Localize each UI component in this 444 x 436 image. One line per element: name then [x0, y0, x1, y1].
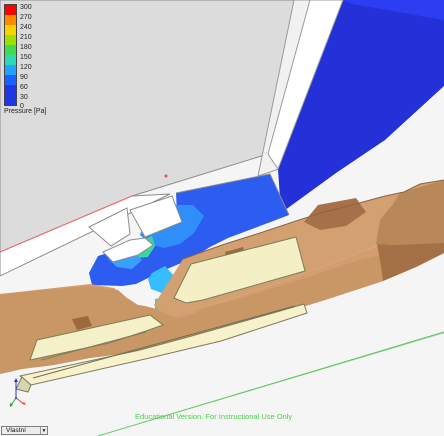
legend-tick-60: 60: [20, 84, 28, 91]
pressure-legend: 300 270 240 210 180 150 120 90 60 30 0 P…: [2, 2, 72, 120]
educational-watermark: Educational Version. For Instructional U…: [135, 412, 293, 421]
legend-tick-90: 90: [20, 74, 28, 81]
legend-tick-30: 30: [20, 94, 28, 101]
legend-tick-270: 270: [20, 14, 32, 21]
legend-tick-210: 210: [20, 34, 32, 41]
probe-marker: [164, 174, 168, 178]
legend-tick-240: 240: [20, 24, 32, 31]
legend-color-bar: [4, 4, 17, 106]
legend-tick-300: 300: [20, 4, 32, 11]
view-preset-value: Vlastní: [6, 426, 26, 434]
simulation-viewport[interactable]: 300 270 240 210 180 150 120 90 60 30 0 P…: [0, 0, 444, 436]
legend-tick-180: 180: [20, 44, 32, 51]
legend-tick-150: 150: [20, 54, 32, 61]
legend-title: Pressure [Pa]: [4, 108, 47, 115]
view-preset-select[interactable]: Vlastní ▼: [1, 426, 48, 435]
legend-tick-120: 120: [20, 64, 32, 71]
axis-triad-icon: [10, 378, 26, 407]
chevron-down-icon[interactable]: ▼: [40, 427, 47, 434]
